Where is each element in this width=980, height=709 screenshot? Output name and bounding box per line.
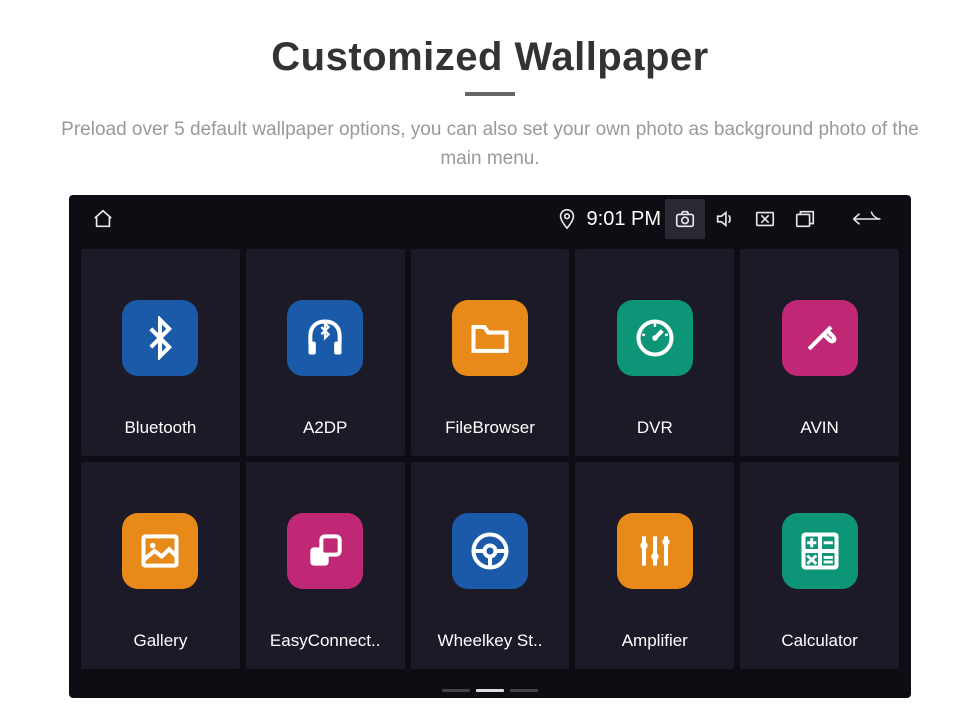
app-dvr[interactable]: DVR xyxy=(575,249,734,456)
app-label: DVR xyxy=(587,418,722,438)
app-label: EasyConnect.. xyxy=(258,631,393,651)
app-label: Amplifier xyxy=(587,631,722,651)
app-avin[interactable]: AVIN xyxy=(740,249,899,456)
steering-wheel-icon xyxy=(452,513,528,589)
app-label: A2DP xyxy=(258,418,393,438)
location-icon[interactable] xyxy=(547,199,587,239)
app-amplifier[interactable]: Amplifier xyxy=(575,462,734,669)
gauge-icon xyxy=(617,300,693,376)
folder-icon xyxy=(452,300,528,376)
image-icon xyxy=(122,513,198,589)
back-icon[interactable] xyxy=(837,199,897,239)
link-icon xyxy=(287,513,363,589)
app-a2dp[interactable]: A2DP xyxy=(246,249,405,456)
page-dot xyxy=(442,689,470,692)
audio-jack-icon xyxy=(782,300,858,376)
device-screen: 9:01 PM Bluetooth xyxy=(69,195,911,698)
screen-off-icon[interactable] xyxy=(745,199,785,239)
status-time: 9:01 PM xyxy=(587,208,661,231)
headphones-bluetooth-icon xyxy=(287,300,363,376)
camera-icon[interactable] xyxy=(665,199,705,239)
app-gallery[interactable]: Gallery xyxy=(81,462,240,669)
app-label: Bluetooth xyxy=(93,418,228,438)
equalizer-icon xyxy=(617,513,693,589)
page-indicator[interactable] xyxy=(442,689,538,692)
page-dot-active xyxy=(476,689,504,692)
recent-apps-icon[interactable] xyxy=(785,199,825,239)
page-dot xyxy=(510,689,538,692)
app-label: Gallery xyxy=(93,631,228,651)
bluetooth-icon xyxy=(122,300,198,376)
app-filebrowser[interactable]: FileBrowser xyxy=(411,249,570,456)
app-calculator[interactable]: Calculator xyxy=(740,462,899,669)
volume-icon[interactable] xyxy=(705,199,745,239)
app-wheelkey[interactable]: Wheelkey St.. xyxy=(411,462,570,669)
app-grid: Bluetooth A2DP FileBrowser DVR AVIN xyxy=(69,243,911,669)
title-underline xyxy=(465,92,515,96)
page-title: Customized Wallpaper xyxy=(0,35,980,80)
app-label: Calculator xyxy=(752,631,887,651)
page-description: Preload over 5 default wallpaper options… xyxy=(50,116,930,173)
app-label: FileBrowser xyxy=(423,418,558,438)
app-label: AVIN xyxy=(752,418,887,438)
calculator-icon xyxy=(782,513,858,589)
app-bluetooth[interactable]: Bluetooth xyxy=(81,249,240,456)
app-easyconnect[interactable]: EasyConnect.. xyxy=(246,462,405,669)
app-label: Wheelkey St.. xyxy=(423,631,558,651)
status-bar: 9:01 PM xyxy=(69,195,911,243)
home-icon[interactable] xyxy=(83,199,123,239)
